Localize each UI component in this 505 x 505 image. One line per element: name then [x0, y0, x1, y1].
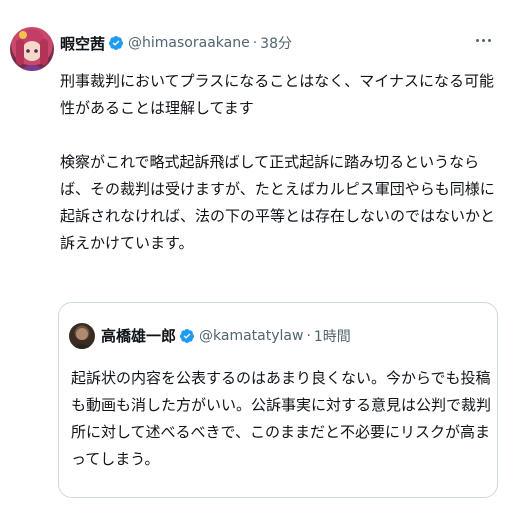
- separator-dot: ·: [306, 327, 311, 344]
- author-handle[interactable]: @himasoraakane: [128, 35, 250, 51]
- verified-badge-icon: [109, 36, 124, 50]
- timestamp[interactable]: 38分: [260, 33, 292, 53]
- tweet-header: 暇空茜 @himasoraakane · 38分: [60, 32, 292, 54]
- more-options-icon[interactable]: [471, 30, 495, 50]
- separator-dot: ·: [252, 35, 258, 51]
- quoted-timestamp: 1時間: [313, 328, 351, 345]
- quoted-tweet-header: 高橋雄一郎 @kamatatylaw · 1時間: [101, 325, 351, 346]
- tweet-text: 刑事裁判においてプラスになることはなく、マイナスになる可能性があることは理解して…: [60, 68, 500, 257]
- tweet-paragraph-2: 検察がこれで略式起訴飛ばして正式起訴に踏み切るというならば、その裁判は受けますが…: [60, 153, 496, 252]
- quoted-tweet-text: 起訴状の内容を公表するのはあまり良くない。今からでも投稿も動画も消した方がいい。…: [71, 369, 492, 468]
- author-name[interactable]: 暇空茜: [60, 33, 105, 54]
- tweet: 暇空茜 @himasoraakane · 38分 刑事裁判においてプラスになるこ…: [0, 0, 505, 505]
- quoted-author-name: 高橋雄一郎: [101, 327, 177, 345]
- author-avatar[interactable]: [10, 27, 54, 71]
- quoted-author-avatar: [69, 323, 95, 349]
- quoted-author-handle: @kamatatylaw: [199, 327, 304, 344]
- quoted-tweet[interactable]: 高橋雄一郎 @kamatatylaw · 1時間 起訴状の内容を公表するのはあま…: [58, 302, 498, 498]
- tweet-paragraph-1: 刑事裁判においてプラスになることはなく、マイナスになる可能性があることは理解して…: [60, 72, 494, 117]
- verified-badge-icon: [180, 328, 195, 343]
